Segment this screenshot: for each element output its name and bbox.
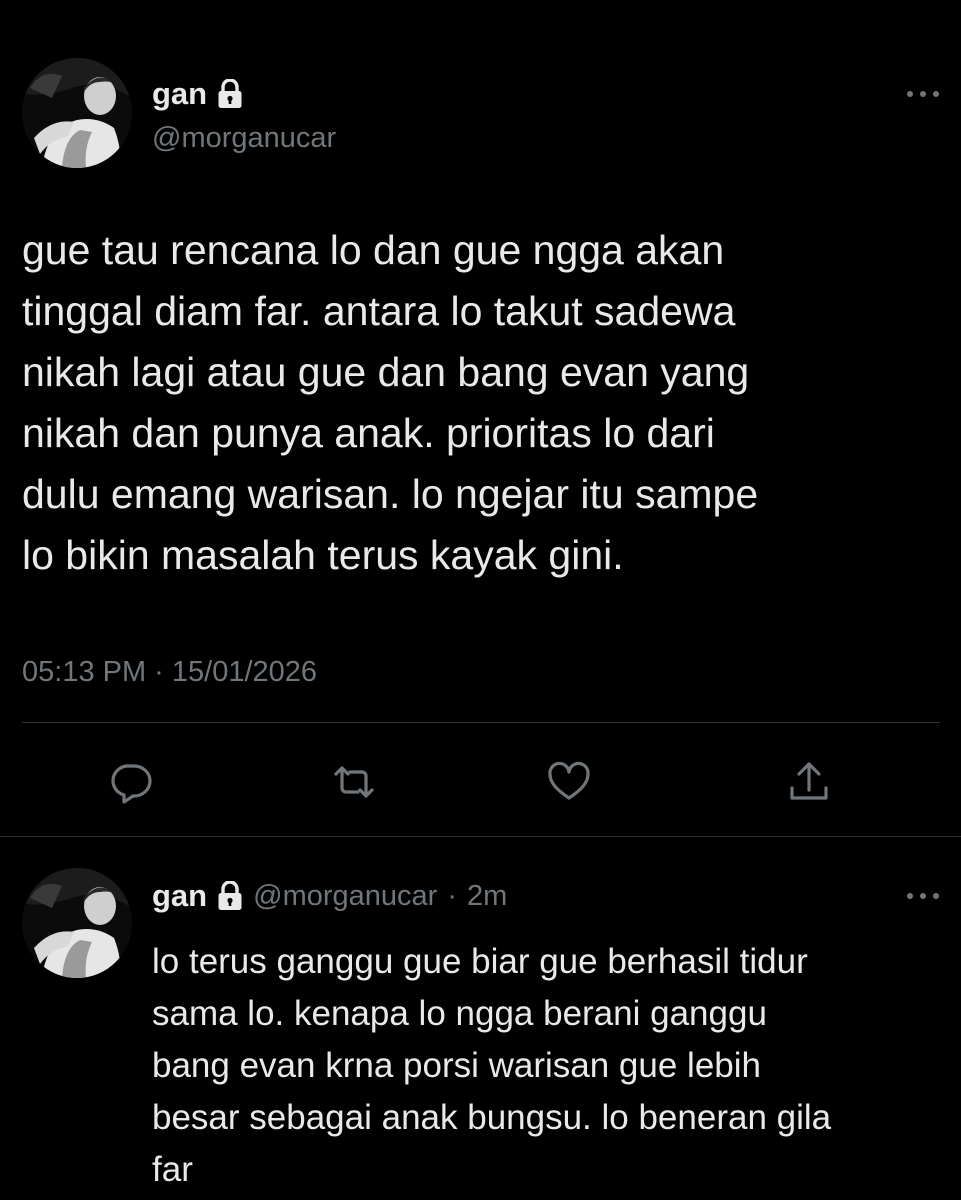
lock-icon	[217, 79, 243, 109]
tweet-thread: gan @morganucar gue tau rencana lo dan g…	[0, 0, 961, 1200]
tweet-body-line: nikah dan punya anak. prioritas lo dari	[22, 410, 715, 456]
divider	[22, 722, 940, 723]
reply-author-name[interactable]: gan	[152, 876, 207, 916]
main-tweet: gan @morganucar gue tau rencana lo dan g…	[0, 0, 961, 838]
tweet-body-line: gue tau rencana lo dan gue ngga akan	[22, 227, 725, 273]
tweet-body-line: lo bikin masalah terus kayak gini.	[22, 532, 624, 578]
divider	[0, 836, 961, 837]
more-icon[interactable]	[905, 890, 941, 902]
share-icon	[790, 762, 828, 800]
lock-icon	[217, 881, 243, 911]
like-button[interactable]	[547, 760, 591, 804]
reply-author-handle[interactable]: @morganucar	[253, 876, 437, 916]
tweet-body-line: tinggal diam far. antara lo takut sadewa	[22, 288, 736, 334]
reply-time[interactable]: 2m	[467, 876, 507, 916]
share-button[interactable]	[787, 760, 831, 804]
avatar-photo	[22, 58, 132, 168]
avatar-photo	[22, 868, 132, 978]
reply-header: gan @morganucar · 2m	[152, 876, 507, 916]
author-name[interactable]: gan	[152, 74, 207, 114]
avatar[interactable]	[22, 58, 132, 168]
reply-button[interactable]	[108, 760, 152, 804]
retweet-icon	[334, 766, 374, 798]
like-icon	[548, 761, 590, 800]
tweet-timestamp[interactable]: 05:13 PM · 15/01/2026	[22, 654, 317, 690]
tweet-body-line: nikah lagi atau gue dan bang evan yang	[22, 349, 750, 395]
author-name-row: gan	[152, 74, 243, 114]
reply-body-line: sama lo. kenapa lo ngga berani ganggu	[152, 994, 767, 1033]
reply-icon	[111, 764, 152, 804]
reply-body-line: bang evan krna porsi warisan gue lebih	[152, 1046, 761, 1085]
more-icon[interactable]	[905, 88, 941, 100]
retweet-button[interactable]	[332, 760, 376, 804]
reply-body: lo terus ganggu gue biar gue berhasil ti…	[152, 936, 942, 1196]
reply-body-line: besar sebagai anak bungsu. lo beneran gi…	[152, 1098, 832, 1137]
tweet-body-line: dulu emang warisan. lo ngejar itu sampe	[22, 471, 759, 517]
reply-avatar[interactable]	[22, 868, 132, 978]
reply-body-line: lo terus ganggu gue biar gue berhasil ti…	[152, 942, 808, 981]
reply-body-line: far	[152, 1150, 193, 1189]
author-handle[interactable]: @morganucar	[152, 120, 336, 156]
tweet-body: gue tau rencana lo dan gue ngga akan tin…	[22, 220, 942, 586]
separator-dot: ·	[447, 880, 457, 912]
